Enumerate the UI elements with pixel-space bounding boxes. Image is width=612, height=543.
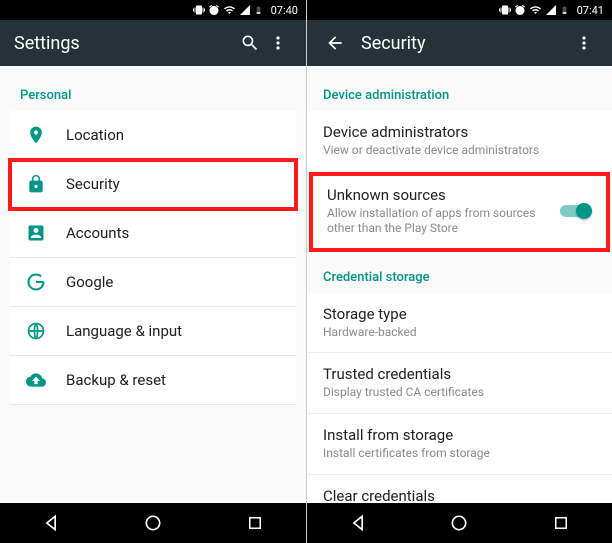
item-title: Install from storage [323, 426, 596, 444]
settings-item-language[interactable]: Language & input [10, 307, 296, 356]
item-label: Language & input [66, 322, 280, 340]
phone-right: 07:41 Security Device administration Dev… [306, 0, 612, 543]
nav-back-button[interactable] [37, 509, 65, 537]
nav-bar [307, 503, 612, 543]
settings-item-accounts[interactable]: Accounts [10, 209, 296, 258]
battery-icon [254, 4, 263, 16]
item-label: Location [66, 126, 280, 144]
page-title: Settings [14, 33, 236, 54]
vibrate-icon [193, 4, 205, 16]
security-item-device-admins[interactable]: Device administrators View or deactivate… [307, 111, 612, 172]
nav-home-button[interactable] [139, 509, 167, 537]
app-bar: Security [307, 20, 612, 66]
item-subtitle: Allow installation of apps from sources … [327, 206, 558, 237]
item-subtitle: Install certificates from storage [323, 446, 596, 462]
app-bar: Settings [0, 20, 306, 66]
security-list: Device administration Device administrat… [307, 66, 612, 503]
back-button[interactable] [321, 33, 349, 53]
battery-icon [560, 4, 569, 16]
settings-item-location[interactable]: Location [10, 111, 296, 160]
item-label: Accounts [66, 224, 280, 242]
signal-icon [545, 4, 557, 16]
item-title: Storage type [323, 305, 596, 323]
section-header-personal: Personal [4, 66, 302, 111]
phone-left: 07:40 Settings Personal Location [0, 0, 306, 543]
section-header-credential: Credential storage [307, 252, 612, 293]
status-time: 07:40 [271, 4, 298, 17]
settings-item-security[interactable]: Security [10, 160, 296, 209]
globe-icon [26, 321, 66, 341]
alarm-icon [514, 4, 526, 16]
settings-list: Personal Location Security Accounts [0, 66, 306, 503]
account-icon [26, 223, 66, 243]
security-item-install-from-storage[interactable]: Install from storage Install certificate… [307, 414, 612, 475]
status-bar: 07:41 [307, 0, 612, 20]
security-item-trusted-credentials[interactable]: Trusted credentials Display trusted CA c… [307, 353, 612, 414]
overflow-menu-button[interactable] [264, 33, 292, 53]
cloud-upload-icon [26, 370, 66, 390]
settings-item-google[interactable]: Google [10, 258, 296, 307]
item-subtitle: View or deactivate device administrators [323, 143, 596, 159]
alarm-icon [208, 4, 220, 16]
vibrate-icon [499, 4, 511, 16]
nav-back-button[interactable] [344, 509, 372, 537]
unknown-sources-toggle[interactable] [558, 202, 592, 220]
page-title: Security [361, 33, 570, 54]
lock-icon [26, 174, 66, 194]
nav-recent-button[interactable] [547, 509, 575, 537]
signal-icon [239, 4, 251, 16]
google-icon [26, 272, 66, 292]
nav-recent-button[interactable] [241, 509, 269, 537]
nav-home-button[interactable] [445, 509, 473, 537]
item-title: Trusted credentials [323, 365, 596, 383]
status-time: 07:41 [577, 4, 604, 17]
overflow-menu-button[interactable] [570, 33, 598, 53]
item-subtitle: Display trusted CA certificates [323, 385, 596, 401]
item-label: Backup & reset [66, 371, 280, 389]
status-bar: 07:40 [0, 0, 306, 20]
location-icon [26, 125, 66, 145]
security-item-clear-credentials[interactable]: Clear credentials [307, 475, 612, 503]
section-header-device-admin: Device administration [307, 66, 612, 111]
security-item-unknown-sources[interactable]: Unknown sources Allow installation of ap… [311, 174, 608, 250]
item-label: Security [66, 175, 280, 193]
search-button[interactable] [236, 33, 264, 53]
wifi-icon [529, 4, 542, 16]
settings-item-backup[interactable]: Backup & reset [10, 356, 296, 405]
item-title: Clear credentials [323, 487, 596, 503]
security-item-storage-type[interactable]: Storage type Hardware-backed [307, 293, 612, 354]
item-subtitle: Hardware-backed [323, 325, 596, 341]
nav-bar [0, 503, 306, 543]
item-label: Google [66, 273, 280, 291]
item-title: Unknown sources [327, 186, 558, 204]
wifi-icon [223, 4, 236, 16]
item-title: Device administrators [323, 123, 596, 141]
